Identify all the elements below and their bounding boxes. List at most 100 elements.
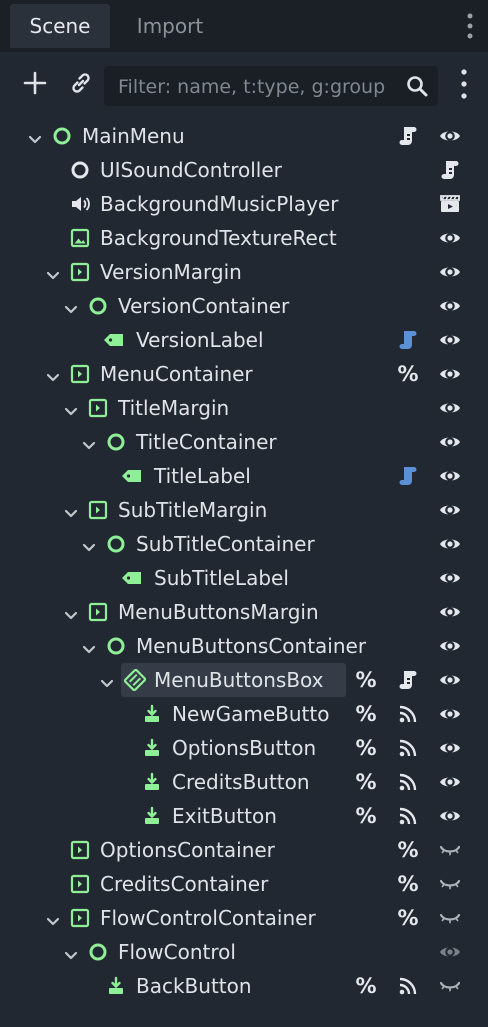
node-name: MenuButtonsMargin	[118, 600, 319, 624]
kebab-menu-icon[interactable]	[452, 66, 476, 102]
tree-row[interactable]: BackgroundMusicPlayer	[0, 187, 488, 221]
tree-row[interactable]: TitleLabel	[0, 459, 488, 493]
visibility-toggle-eye-open-icon[interactable]	[438, 125, 462, 147]
collapse-arrow-icon[interactable]	[28, 130, 42, 144]
collapse-arrow-icon[interactable]	[46, 912, 60, 926]
signal-icon[interactable]	[396, 737, 420, 759]
tree-row[interactable]: OptionsContainer%	[0, 833, 488, 867]
unique-name-icon[interactable]: %	[354, 771, 378, 793]
signal-icon[interactable]	[396, 771, 420, 793]
tree-row[interactable]: VersionLabel	[0, 323, 488, 357]
tree-row[interactable]: TitleMargin	[0, 391, 488, 425]
visibility-toggle-eye-open-icon[interactable]	[438, 363, 462, 385]
tab-import[interactable]: Import	[118, 4, 222, 48]
visibility-toggle-eye-open-icon[interactable]	[438, 635, 462, 657]
link-icon	[72, 73, 90, 93]
signal-icon[interactable]	[396, 805, 420, 827]
visibility-toggle-eye-open-icon[interactable]	[438, 261, 462, 283]
tree-row[interactable]: ExitButton%	[0, 799, 488, 833]
tree-row[interactable]: OptionsButton%	[0, 731, 488, 765]
tree-row[interactable]: CreditsButton%	[0, 765, 488, 799]
node-name: MenuButtonsBox	[154, 668, 324, 692]
tab-menu-icon[interactable]	[458, 10, 482, 42]
unique-name-icon[interactable]: %	[396, 363, 420, 385]
tree-row[interactable]: SubTitleContainer	[0, 527, 488, 561]
tree-row[interactable]: UISoundController	[0, 153, 488, 187]
signal-icon[interactable]	[396, 703, 420, 725]
scene-tree: MainMenu UISoundController BackgroundMusic…	[0, 118, 488, 1027]
signal-icon[interactable]	[396, 975, 420, 997]
tree-row[interactable]: CreditsContainer%	[0, 867, 488, 901]
visibility-toggle-eye-open-icon[interactable]	[438, 227, 462, 249]
tree-row[interactable]: VersionMargin	[0, 255, 488, 289]
margin-container-icon	[70, 364, 90, 384]
unique-name-icon[interactable]: %	[354, 975, 378, 997]
filter-input[interactable]	[116, 66, 400, 108]
visibility-toggle-eye-closed-icon[interactable]	[438, 975, 462, 997]
visibility-toggle-eye-open-icon[interactable]	[438, 431, 462, 453]
visibility-toggle-eye-open-icon[interactable]	[438, 737, 462, 759]
visibility-toggle-eye-open-icon[interactable]	[438, 397, 462, 419]
instance-scene-button[interactable]	[64, 66, 98, 100]
collapse-arrow-icon[interactable]	[64, 402, 78, 416]
visibility-toggle-eye-open-icon[interactable]	[438, 567, 462, 589]
scene-toolbar	[0, 52, 488, 114]
script-icon[interactable]	[396, 669, 420, 691]
tree-row[interactable]: MenuButtonsContainer	[0, 629, 488, 663]
collapse-arrow-icon[interactable]	[64, 504, 78, 518]
script-icon[interactable]	[396, 125, 420, 147]
visibility-toggle-eye-open-icon[interactable]	[438, 601, 462, 623]
tree-row[interactable]: MenuButtonsBox%	[0, 663, 488, 697]
collapse-arrow-icon[interactable]	[82, 538, 96, 552]
unique-name-icon[interactable]: %	[396, 873, 420, 895]
tree-row[interactable]: BackButton%	[0, 969, 488, 1003]
tree-row[interactable]: MenuButtonsMargin	[0, 595, 488, 629]
collapse-arrow-icon[interactable]	[82, 436, 96, 450]
visibility-toggle-eye-open-icon[interactable]	[438, 533, 462, 555]
tree-row[interactable]: SubTitleLabel	[0, 561, 488, 595]
visibility-toggle-eye-open-icon[interactable]	[438, 465, 462, 487]
visibility-toggle-eye-closed-icon[interactable]	[438, 907, 462, 929]
button-icon	[142, 704, 162, 724]
tree-row[interactable]: MenuContainer%	[0, 357, 488, 391]
tree-row[interactable]: SubTitleMargin	[0, 493, 488, 527]
clapperboard-icon[interactable]	[438, 193, 462, 215]
collapse-arrow-icon[interactable]	[82, 640, 96, 654]
script-blue-icon[interactable]	[396, 329, 420, 351]
tree-row[interactable]: TitleContainer	[0, 425, 488, 459]
visibility-toggle-eye-closed-icon[interactable]	[438, 839, 462, 861]
visibility-toggle-eye-open-icon[interactable]	[438, 771, 462, 793]
collapse-arrow-icon[interactable]	[46, 266, 60, 280]
tab-scene[interactable]: Scene	[10, 4, 110, 48]
visibility-toggle-eye-open-icon[interactable]	[438, 805, 462, 827]
collapse-arrow-icon[interactable]	[100, 674, 114, 688]
tree-row[interactable]: FlowControlContainer%	[0, 901, 488, 935]
unique-name-icon[interactable]: %	[354, 805, 378, 827]
script-icon[interactable]	[438, 159, 462, 181]
tree-row[interactable]: NewGameButto%	[0, 697, 488, 731]
visibility-toggle-eye-open-icon[interactable]	[438, 669, 462, 691]
collapse-arrow-icon[interactable]	[64, 300, 78, 314]
visibility-toggle-eye-open-icon[interactable]	[438, 703, 462, 725]
collapse-arrow-icon[interactable]	[46, 368, 60, 382]
unique-name-icon[interactable]: %	[396, 907, 420, 929]
visibility-toggle-eye-closed-icon[interactable]	[438, 873, 462, 895]
unique-name-icon[interactable]: %	[354, 737, 378, 759]
visibility-toggle-eye-open-icon[interactable]	[438, 499, 462, 521]
collapse-arrow-icon[interactable]	[64, 606, 78, 620]
node-name: OptionsButton	[172, 736, 317, 760]
unique-name-icon[interactable]: %	[396, 839, 420, 861]
unique-name-icon[interactable]: %	[354, 669, 378, 691]
tree-row[interactable]: BackgroundTextureRect	[0, 221, 488, 255]
tree-row[interactable]: FlowControl	[0, 935, 488, 969]
unique-name-icon[interactable]: %	[354, 703, 378, 725]
script-blue-icon[interactable]	[396, 465, 420, 487]
visibility-toggle-eye-open-icon[interactable]	[438, 295, 462, 317]
add-node-button[interactable]	[18, 66, 52, 100]
tree-row[interactable]: MainMenu	[0, 119, 488, 153]
button-icon	[142, 738, 162, 758]
collapse-arrow-icon[interactable]	[64, 946, 78, 960]
visibility-toggle-eye-open-icon[interactable]	[438, 329, 462, 351]
tree-row[interactable]: VersionContainer	[0, 289, 488, 323]
visibility-toggle-eye-dim-icon[interactable]	[438, 941, 462, 963]
